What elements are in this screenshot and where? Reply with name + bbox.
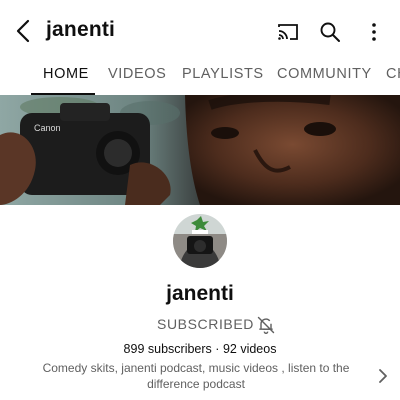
- bell-off-icon[interactable]: [256, 315, 276, 335]
- subscription-row: SUBSCRIBED: [0, 315, 400, 335]
- tab-home[interactable]: HOME: [43, 66, 89, 82]
- channel-avatar[interactable]: [173, 214, 227, 268]
- search-icon[interactable]: [318, 20, 342, 44]
- channel-name: janenti: [166, 282, 234, 305]
- tab-playlists[interactable]: PLAYLISTS: [182, 66, 264, 82]
- more-vert-icon[interactable]: [362, 20, 386, 44]
- video-count: 92 videos: [222, 342, 277, 356]
- back-arrow-icon[interactable]: [12, 18, 36, 44]
- chevron-right-icon[interactable]: [376, 368, 390, 384]
- subscribed-button[interactable]: SUBSCRIBED: [157, 316, 254, 332]
- top-app-bar: janenti: [0, 0, 400, 62]
- channel-title: janenti: [46, 18, 116, 41]
- avatar-image: [173, 214, 227, 268]
- subscriber-count: 899 subscribers: [123, 342, 212, 356]
- channel-banner: Canon: [0, 95, 400, 205]
- svg-text:Canon: Canon: [34, 123, 61, 133]
- banner-image: Canon: [0, 95, 400, 205]
- tab-community[interactable]: COMMUNITY: [277, 66, 372, 82]
- tab-videos[interactable]: VIDEOS: [108, 66, 166, 82]
- channel-stats: 899 subscribers · 92 videos: [0, 342, 400, 356]
- tab-channels[interactable]: CH: [386, 66, 400, 82]
- channel-tabs: HOME VIDEOS PLAYLISTS COMMUNITY CH: [0, 62, 400, 95]
- cast-icon[interactable]: [276, 20, 300, 44]
- channel-description[interactable]: Comedy skits, janenti podcast, music vid…: [26, 360, 366, 392]
- stats-separator: ·: [215, 342, 220, 356]
